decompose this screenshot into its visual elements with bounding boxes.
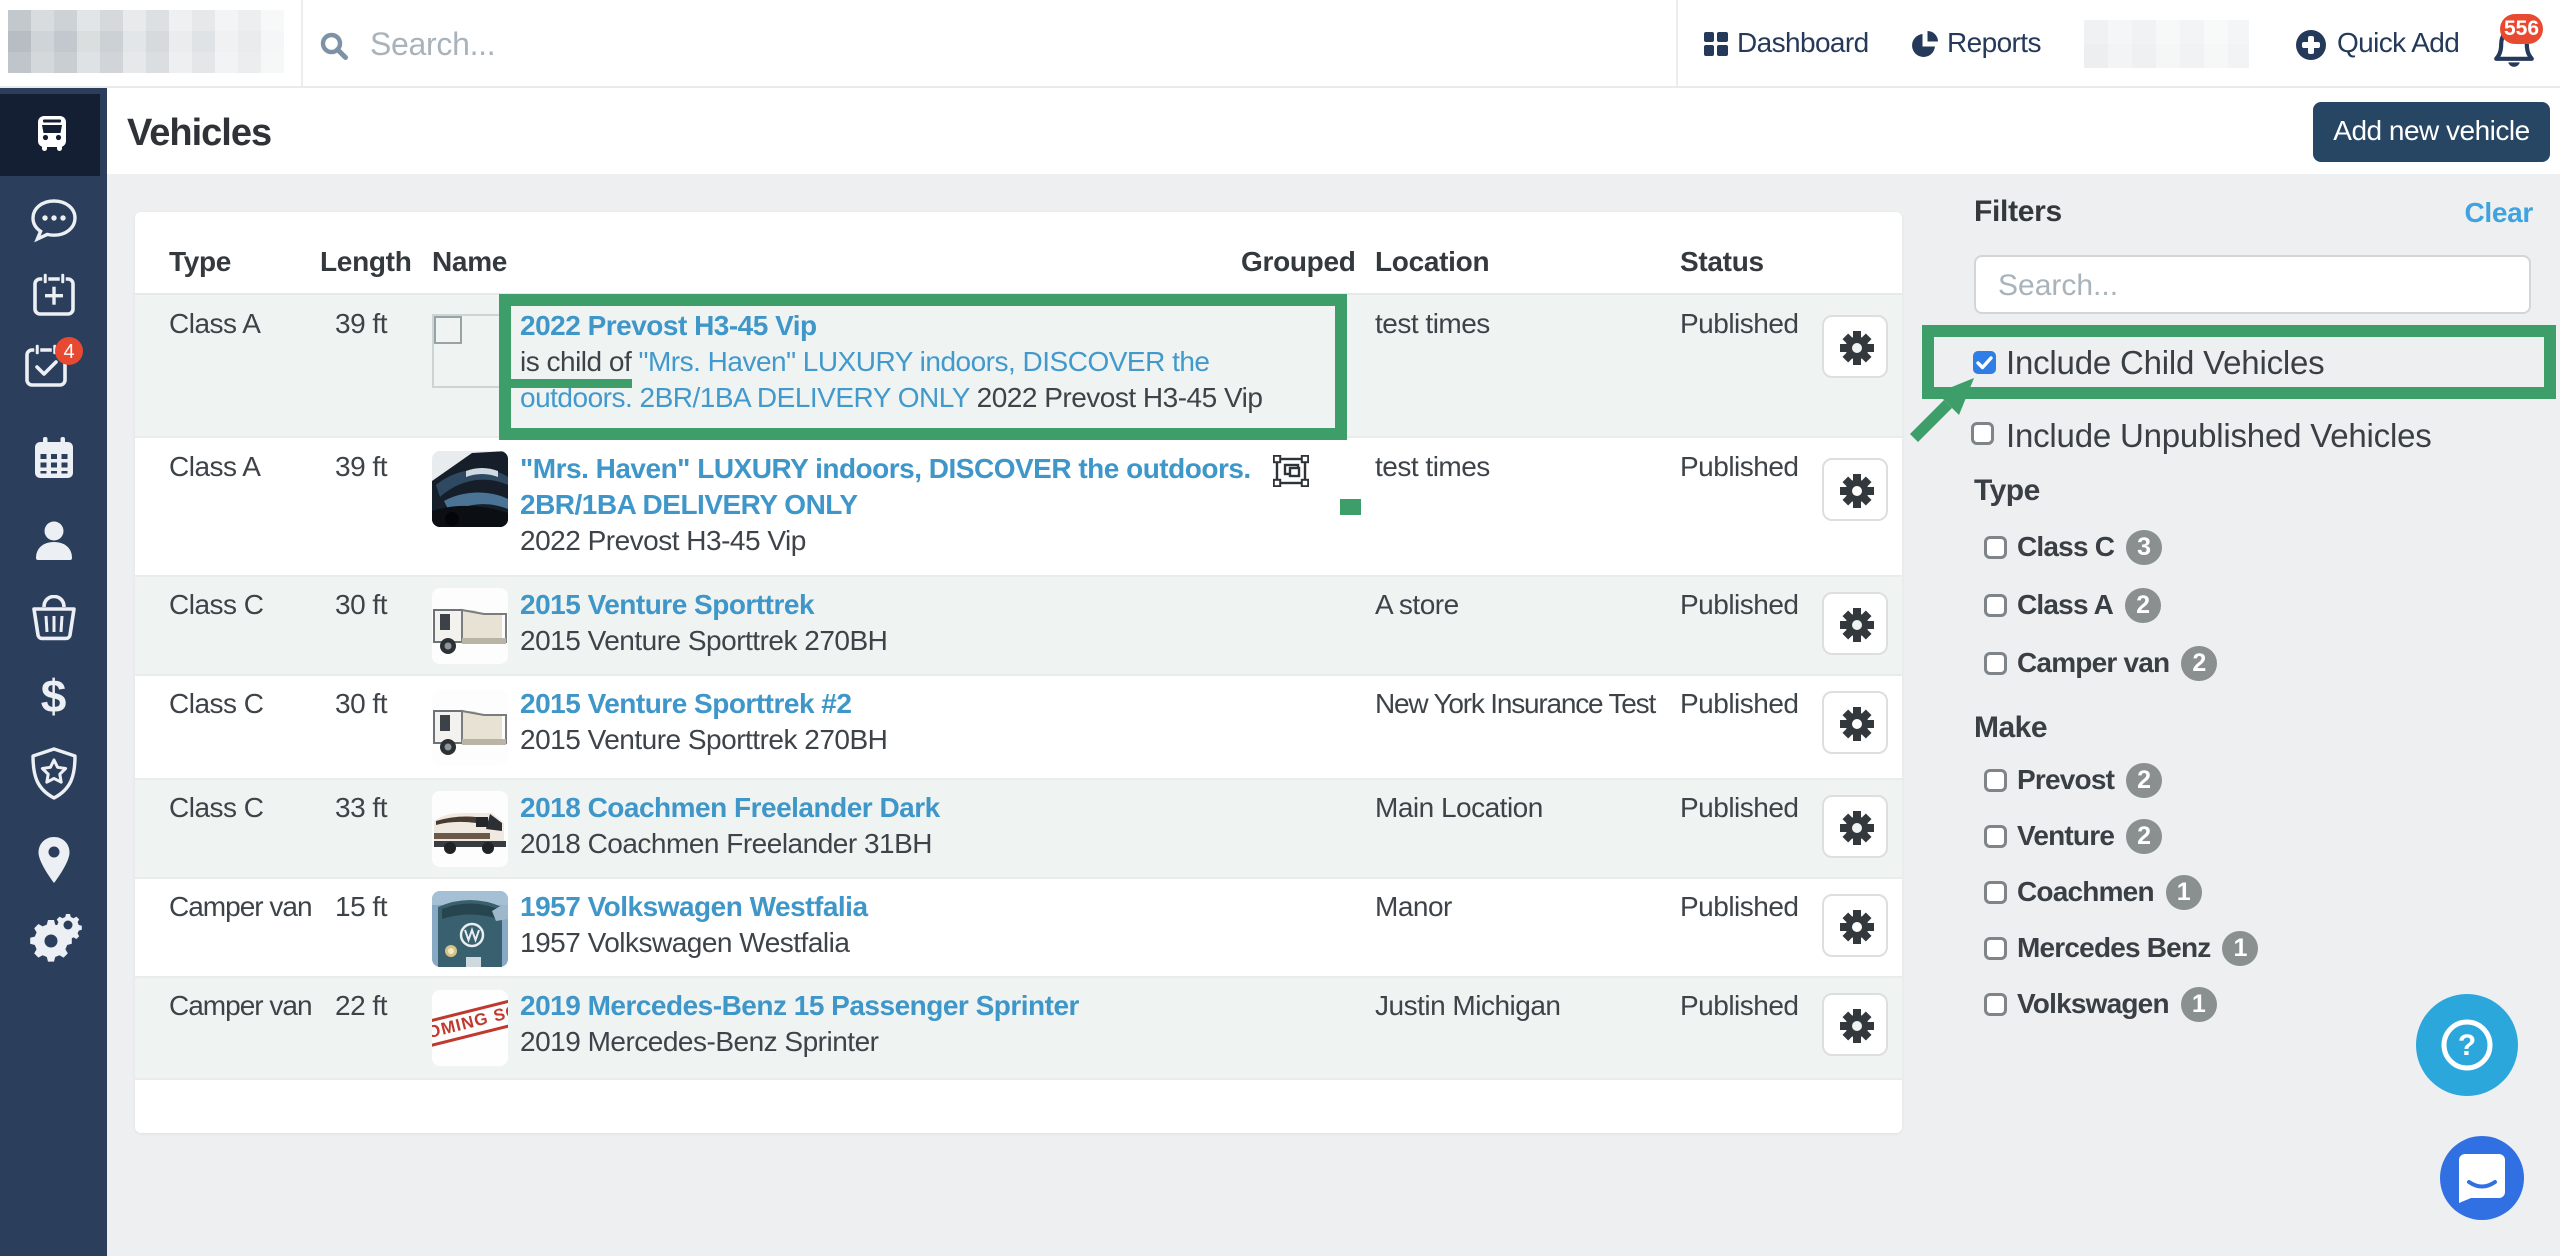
svg-text:?: ?	[2458, 1029, 2476, 1062]
svg-text:4: 4	[63, 341, 74, 363]
